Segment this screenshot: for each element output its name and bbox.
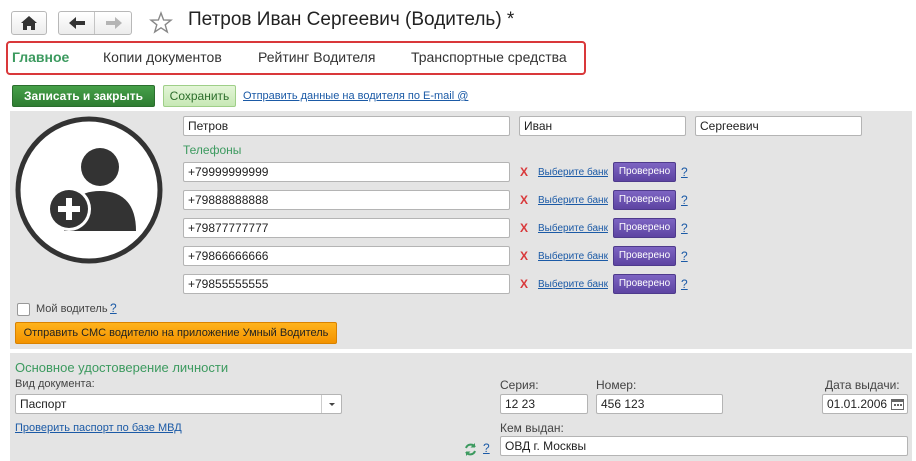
issue-date-label: Дата выдачи: [825, 378, 900, 392]
send-email-link[interactable]: Отправить данные на водителя по E-mail @ [243, 90, 468, 102]
issue-date-input[interactable]: 01.01.2006 [822, 394, 908, 414]
choose-bank-link-5[interactable]: Выберите банк [538, 279, 608, 290]
help-icon-phone-1[interactable]: ? [681, 165, 688, 179]
my-driver-label: Мой водитель [36, 303, 108, 315]
help-icon-identity[interactable]: ? [483, 441, 490, 455]
check-passport-link[interactable]: Проверить паспорт по базе МВД [15, 422, 182, 434]
help-icon-phone-3[interactable]: ? [681, 221, 688, 235]
last-name-input[interactable]: Петров [183, 116, 510, 136]
help-icon-phone-2[interactable]: ? [681, 193, 688, 207]
verified-button-2[interactable]: Проверено [613, 190, 676, 210]
phone-input-5[interactable]: +79855555555 [183, 274, 510, 294]
refresh-icon[interactable] [463, 442, 478, 457]
save-button[interactable]: Сохранить [163, 85, 236, 107]
nav-buttons-group [58, 11, 132, 35]
back-arrow-icon [69, 17, 85, 29]
phone-status-x-2[interactable]: X [520, 193, 528, 207]
my-driver-checkbox[interactable] [17, 303, 30, 316]
series-input[interactable]: 12 23 [500, 394, 588, 414]
forward-button[interactable] [96, 12, 132, 34]
home-icon [21, 16, 37, 30]
number-label: Номер: [596, 378, 637, 392]
phones-label: Телефоны [183, 143, 242, 157]
doc-type-value: Паспорт [20, 397, 67, 411]
doc-type-label: Вид документа: [15, 378, 95, 390]
tab-vehicles[interactable]: Транспортные средства [411, 49, 567, 65]
phone-input-1[interactable]: +79999999999 [183, 162, 510, 182]
choose-bank-link-1[interactable]: Выберите банк [538, 167, 608, 178]
doc-type-select[interactable]: Паспорт [15, 394, 342, 414]
save-and-close-button[interactable]: Записать и закрыть [12, 85, 155, 107]
issue-date-value: 01.01.2006 [827, 397, 888, 411]
page-title: Петров Иван Сергеевич (Водитель) * [188, 9, 515, 30]
forward-arrow-icon [106, 17, 122, 29]
calendar-icon[interactable] [891, 398, 904, 410]
avatar-add-photo-icon[interactable] [14, 115, 164, 265]
first-name-input[interactable]: Иван [519, 116, 686, 136]
tab-document-copies[interactable]: Копии документов [103, 49, 222, 65]
help-icon-phone-5[interactable]: ? [681, 277, 688, 291]
verified-button-5[interactable]: Проверено [613, 274, 676, 294]
home-button[interactable] [11, 11, 47, 35]
help-icon-my-driver[interactable]: ? [110, 301, 117, 315]
issued-by-label: Кем выдан: [500, 421, 564, 435]
verified-button-3[interactable]: Проверено [613, 218, 676, 238]
identity-section-title: Основное удостоверение личности [15, 360, 229, 375]
phone-status-x-1[interactable]: X [520, 165, 528, 179]
choose-bank-link-2[interactable]: Выберите банк [538, 195, 608, 206]
middle-name-input[interactable]: Сергеевич [695, 116, 862, 136]
help-icon-phone-4[interactable]: ? [681, 249, 688, 263]
series-label: Серия: [500, 378, 539, 392]
choose-bank-link-3[interactable]: Выберите банк [538, 223, 608, 234]
tab-main[interactable]: Главное [12, 49, 69, 65]
phone-status-x-5[interactable]: X [520, 277, 528, 291]
number-input[interactable]: 456 123 [596, 394, 723, 414]
phone-status-x-3[interactable]: X [520, 221, 528, 235]
choose-bank-link-4[interactable]: Выберите банк [538, 251, 608, 262]
verified-button-1[interactable]: Проверено [613, 162, 676, 182]
issued-by-input[interactable]: ОВД г. Москвы [500, 436, 908, 456]
tab-driver-rating[interactable]: Рейтинг Водителя [258, 49, 375, 65]
phone-input-3[interactable]: +79877777777 [183, 218, 510, 238]
phone-input-4[interactable]: +79866666666 [183, 246, 510, 266]
phone-status-x-4[interactable]: X [520, 249, 528, 263]
dropdown-button[interactable] [321, 395, 341, 413]
verified-button-4[interactable]: Проверено [613, 246, 676, 266]
send-sms-button[interactable]: Отправить СМС водителю на приложение Умн… [15, 322, 337, 344]
star-icon[interactable] [149, 11, 173, 35]
phone-input-2[interactable]: +79888888888 [183, 190, 510, 210]
back-button[interactable] [59, 12, 95, 34]
chevron-down-icon [329, 403, 335, 406]
